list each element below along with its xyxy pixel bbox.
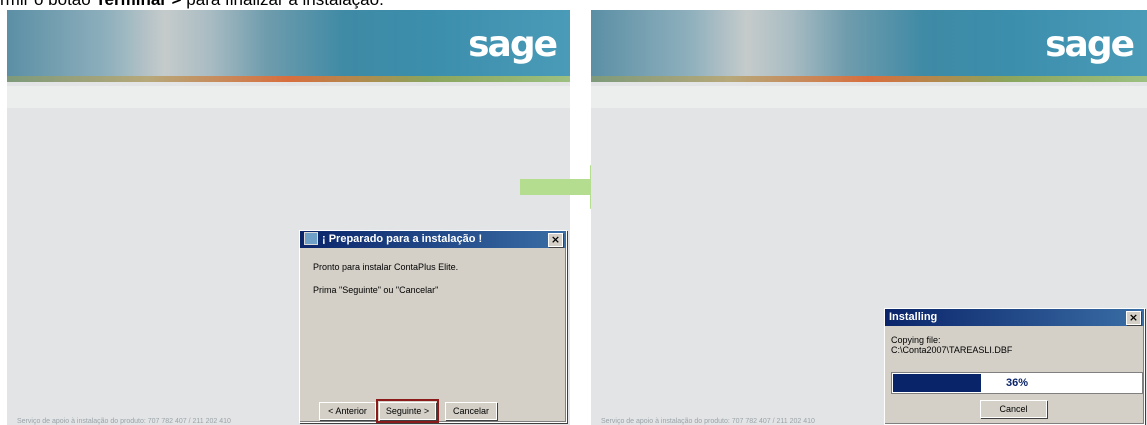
back-button[interactable]: < Anterior (319, 402, 376, 420)
support-footer: Serviço de apoio à instalação do produto… (17, 418, 231, 425)
cancel-button[interactable]: Cancel (980, 400, 1047, 418)
dialog-message: Pronto para instalar ContaPlus Elite. (313, 262, 459, 272)
dialog-instruction: Prima "Seguinte" ou "Cancelar" (313, 285, 439, 295)
close-button[interactable]: × (548, 233, 563, 247)
next-button[interactable]: Seguinte > (376, 399, 439, 423)
header-band (591, 86, 1147, 108)
header-band (7, 86, 570, 108)
dialog-title: Installing (889, 311, 938, 323)
dialog-titlebar: ¡ Preparado para a instalação ! × (300, 231, 566, 248)
instruction-caption: rmir o botão Terminar > para finalizar a… (0, 0, 384, 10)
installer-screen-ready: sage ¡ Preparado para a instalação ! × P… (7, 10, 570, 425)
dialog-titlebar: Installing × (885, 309, 1144, 326)
header-banner: sage (591, 10, 1147, 82)
sage-logo: sage (1045, 24, 1135, 65)
progress-percent: 36% (1005, 377, 1029, 389)
header-banner: sage (7, 10, 570, 82)
progress-bar: 36% (891, 372, 1143, 394)
sage-logo: sage (468, 24, 558, 65)
support-footer: Serviço de apoio à instalação do produto… (601, 418, 815, 425)
installer-screen-installing: sage Installing × Copying file: C:\Conta… (591, 10, 1147, 425)
ready-to-install-dialog: ¡ Preparado para a instalação ! × Pronto… (299, 230, 567, 423)
copying-file-path: C:\Conta2007\TAREASLI.DBF (891, 345, 1013, 355)
close-button[interactable]: × (1126, 311, 1141, 325)
installing-dialog: Installing × Copying file: C:\Conta2007\… (884, 308, 1145, 425)
dialog-title: ¡ Preparado para a instalação ! (322, 233, 483, 245)
copying-label: Copying file: (891, 335, 941, 345)
cancel-button[interactable]: Cancelar (445, 402, 497, 420)
setup-icon (304, 231, 318, 245)
